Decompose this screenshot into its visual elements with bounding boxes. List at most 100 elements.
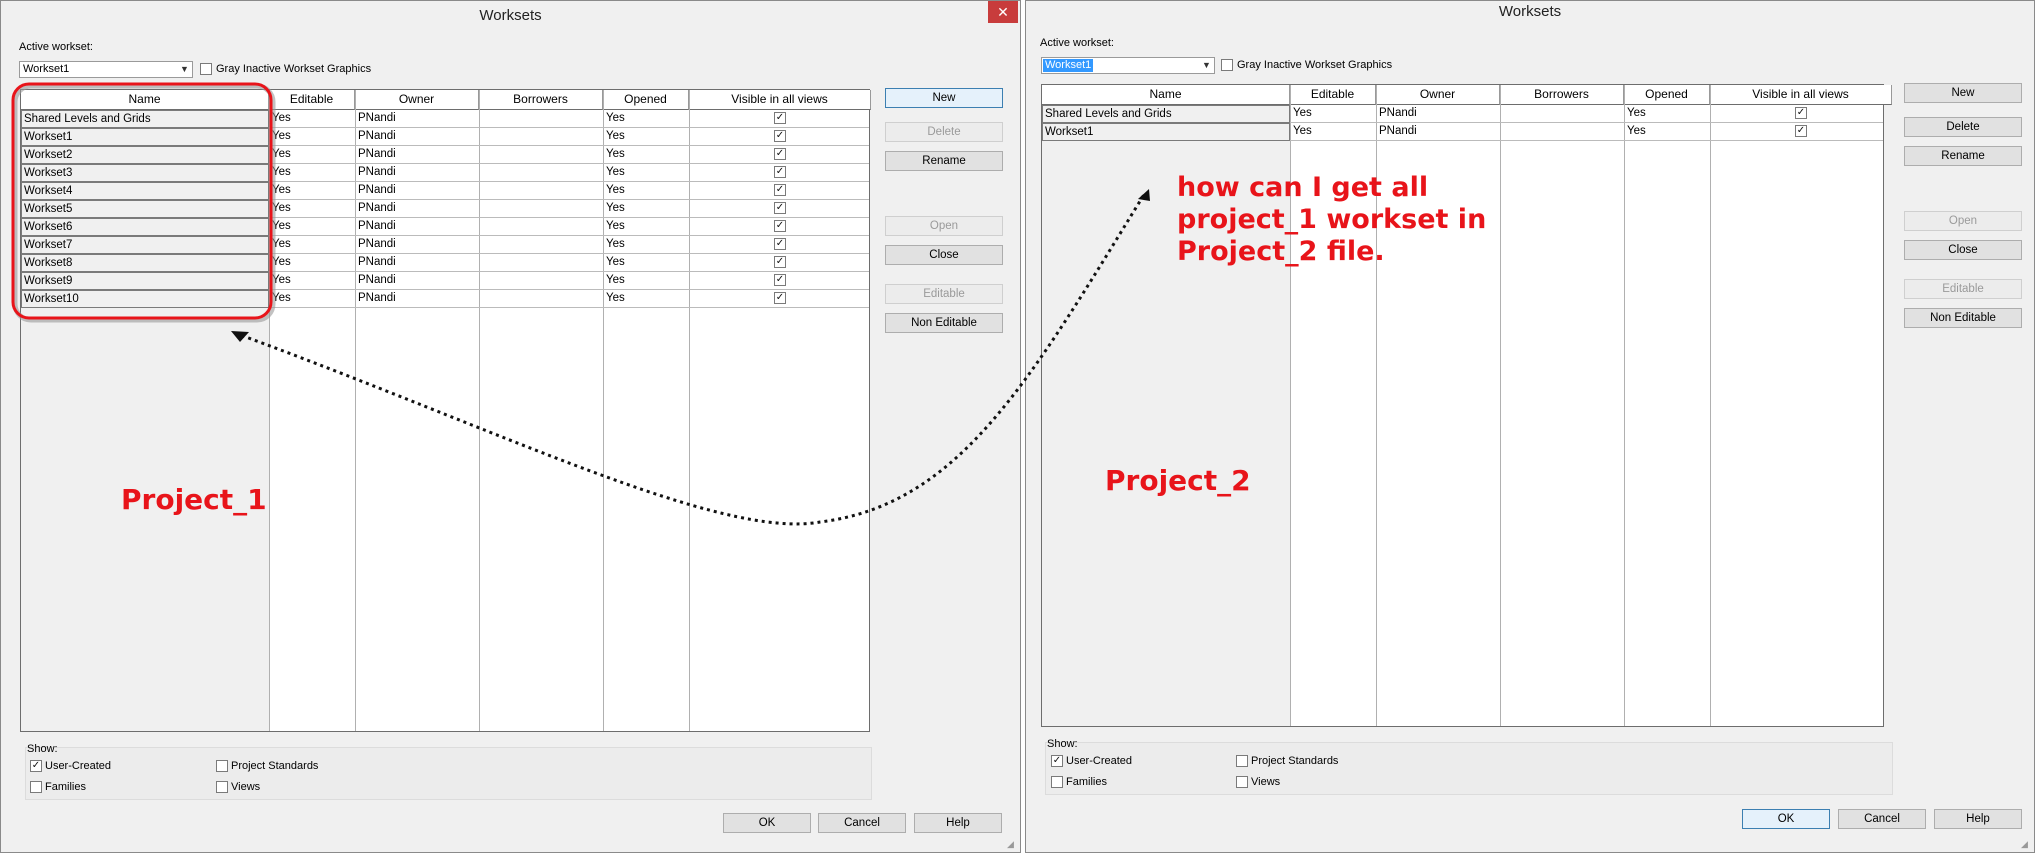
cell-editable[interactable]: Yes bbox=[269, 236, 355, 254]
visible-checkbox[interactable]: ✓ bbox=[1795, 107, 1807, 119]
families-checkbox[interactable] bbox=[1051, 776, 1063, 788]
gray-inactive-checkbox[interactable] bbox=[1221, 59, 1233, 71]
cell-editable[interactable]: Yes bbox=[269, 218, 355, 236]
delete-button[interactable]: Delete bbox=[885, 122, 1003, 142]
cell-opened[interactable]: Yes bbox=[603, 128, 689, 146]
cell-name[interactable]: Shared Levels and Grids bbox=[21, 110, 269, 128]
cell-borrowers[interactable] bbox=[479, 146, 603, 164]
cell-borrowers[interactable] bbox=[479, 254, 603, 272]
cell-owner[interactable]: PNandi bbox=[1376, 105, 1500, 123]
project-standards-checkbox[interactable] bbox=[1236, 755, 1248, 767]
cell-borrowers[interactable] bbox=[479, 218, 603, 236]
help-button[interactable]: Help bbox=[1934, 809, 2022, 829]
visible-checkbox-cell[interactable]: ✓ bbox=[1710, 123, 1892, 141]
delete-button[interactable]: Delete bbox=[1904, 117, 2022, 137]
visible-checkbox-cell[interactable]: ✓ bbox=[689, 272, 871, 290]
cell-editable[interactable]: Yes bbox=[269, 200, 355, 218]
cell-owner[interactable]: PNandi bbox=[355, 128, 479, 146]
column-header-borrowers[interactable]: Borrowers bbox=[1500, 85, 1624, 105]
cell-name[interactable]: Workset8 bbox=[21, 254, 269, 272]
cell-owner[interactable]: PNandi bbox=[355, 218, 479, 236]
cell-editable[interactable]: Yes bbox=[269, 164, 355, 182]
cell-borrowers[interactable] bbox=[1500, 105, 1624, 123]
cell-opened[interactable]: Yes bbox=[603, 254, 689, 272]
cell-borrowers[interactable] bbox=[479, 272, 603, 290]
visible-checkbox-cell[interactable]: ✓ bbox=[689, 254, 871, 272]
visible-checkbox[interactable]: ✓ bbox=[774, 274, 786, 286]
visible-checkbox[interactable]: ✓ bbox=[774, 292, 786, 304]
user-created-checkbox[interactable]: ✓ bbox=[30, 760, 42, 772]
visible-checkbox-cell[interactable]: ✓ bbox=[689, 200, 871, 218]
open-button[interactable]: Open bbox=[885, 216, 1003, 236]
user-created-checkbox[interactable]: ✓ bbox=[1051, 755, 1063, 767]
cell-editable[interactable]: Yes bbox=[269, 290, 355, 308]
visible-checkbox-cell[interactable]: ✓ bbox=[689, 290, 871, 308]
cell-opened[interactable]: Yes bbox=[603, 182, 689, 200]
cell-owner[interactable]: PNandi bbox=[355, 290, 479, 308]
column-header-editable[interactable]: Editable bbox=[269, 90, 355, 110]
cell-borrowers[interactable] bbox=[479, 128, 603, 146]
resize-grip-icon[interactable]: ◢ bbox=[2021, 839, 2031, 849]
views-checkbox[interactable] bbox=[1236, 776, 1248, 788]
views-checkbox[interactable] bbox=[216, 781, 228, 793]
cell-owner[interactable]: PNandi bbox=[355, 236, 479, 254]
cell-name[interactable]: Workset7 bbox=[21, 236, 269, 254]
editable-button[interactable]: Editable bbox=[1904, 279, 2022, 299]
close-window-button[interactable]: ✕ bbox=[988, 1, 1018, 23]
cell-editable[interactable]: Yes bbox=[269, 182, 355, 200]
cell-editable[interactable]: Yes bbox=[269, 110, 355, 128]
new-button[interactable]: New bbox=[1904, 83, 2022, 103]
non-editable-button[interactable]: Non Editable bbox=[885, 313, 1003, 333]
column-header-editable[interactable]: Editable bbox=[1290, 85, 1376, 105]
cell-borrowers[interactable] bbox=[479, 110, 603, 128]
resize-grip-icon[interactable]: ◢ bbox=[1007, 839, 1017, 849]
cell-name[interactable]: Workset1 bbox=[21, 128, 269, 146]
cell-editable[interactable]: Yes bbox=[269, 128, 355, 146]
visible-checkbox-cell[interactable]: ✓ bbox=[689, 218, 871, 236]
cell-borrowers[interactable] bbox=[479, 290, 603, 308]
visible-checkbox[interactable]: ✓ bbox=[774, 238, 786, 250]
cell-opened[interactable]: Yes bbox=[1624, 123, 1710, 141]
project-standards-checkbox[interactable] bbox=[216, 760, 228, 772]
cell-name[interactable]: Workset2 bbox=[21, 146, 269, 164]
cell-owner[interactable]: PNandi bbox=[355, 146, 479, 164]
visible-checkbox-cell[interactable]: ✓ bbox=[689, 182, 871, 200]
visible-checkbox[interactable]: ✓ bbox=[774, 202, 786, 214]
ok-button[interactable]: OK bbox=[723, 813, 811, 833]
active-workset-dropdown[interactable]: Workset1 ▼ bbox=[19, 61, 193, 78]
rename-button[interactable]: Rename bbox=[885, 151, 1003, 171]
cell-name[interactable]: Workset3 bbox=[21, 164, 269, 182]
visible-checkbox-cell[interactable]: ✓ bbox=[689, 110, 871, 128]
editable-button[interactable]: Editable bbox=[885, 284, 1003, 304]
column-header-visible[interactable]: Visible in all views bbox=[689, 90, 871, 110]
families-checkbox[interactable] bbox=[30, 781, 42, 793]
cell-opened[interactable]: Yes bbox=[603, 146, 689, 164]
cell-opened[interactable]: Yes bbox=[603, 290, 689, 308]
cell-editable[interactable]: Yes bbox=[269, 146, 355, 164]
column-header-visible[interactable]: Visible in all views bbox=[1710, 85, 1892, 105]
cell-editable[interactable]: Yes bbox=[269, 254, 355, 272]
cell-name[interactable]: Workset5 bbox=[21, 200, 269, 218]
cancel-button[interactable]: Cancel bbox=[818, 813, 906, 833]
cell-opened[interactable]: Yes bbox=[603, 236, 689, 254]
visible-checkbox[interactable]: ✓ bbox=[774, 220, 786, 232]
cell-name[interactable]: Workset10 bbox=[21, 290, 269, 308]
visible-checkbox-cell[interactable]: ✓ bbox=[689, 146, 871, 164]
column-header-opened[interactable]: Opened bbox=[1624, 85, 1710, 105]
cell-owner[interactable]: PNandi bbox=[355, 110, 479, 128]
cell-editable[interactable]: Yes bbox=[1290, 105, 1376, 123]
visible-checkbox-cell[interactable]: ✓ bbox=[689, 236, 871, 254]
close-button[interactable]: Close bbox=[885, 245, 1003, 265]
rename-button[interactable]: Rename bbox=[1904, 146, 2022, 166]
gray-inactive-checkbox[interactable] bbox=[200, 63, 212, 75]
cell-name[interactable]: Workset1 bbox=[1042, 123, 1290, 141]
visible-checkbox-cell[interactable]: ✓ bbox=[689, 164, 871, 182]
cell-borrowers[interactable] bbox=[479, 200, 603, 218]
cell-opened[interactable]: Yes bbox=[1624, 105, 1710, 123]
cell-owner[interactable]: PNandi bbox=[355, 200, 479, 218]
cell-editable[interactable]: Yes bbox=[269, 272, 355, 290]
non-editable-button[interactable]: Non Editable bbox=[1904, 308, 2022, 328]
cell-opened[interactable]: Yes bbox=[603, 110, 689, 128]
column-header-owner[interactable]: Owner bbox=[1376, 85, 1500, 105]
cell-owner[interactable]: PNandi bbox=[355, 272, 479, 290]
